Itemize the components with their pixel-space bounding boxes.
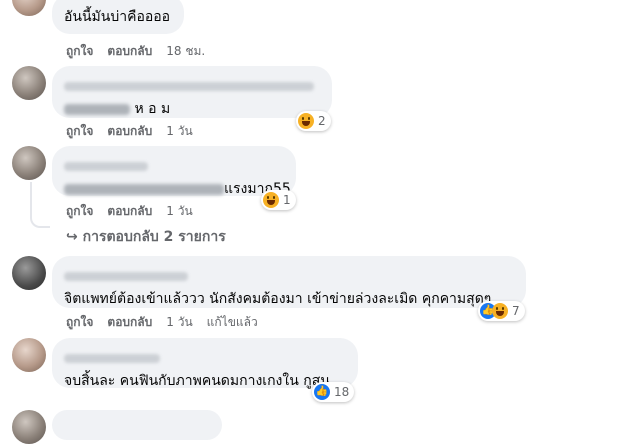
like-icon: 👍 <box>314 384 330 400</box>
comment-text: จิตแพทย์ต้องเข้าแล้ววว นักสังคมต้องมา เข… <box>64 291 492 307</box>
reply-link[interactable]: ตอบกลับ <box>107 124 152 138</box>
comment-actions: ถูกใจ ตอบกลับ 1 วัน <box>66 122 207 141</box>
like-link[interactable]: ถูกใจ <box>66 315 93 329</box>
comment-bubble: จิตแพทย์ต้องเข้าแล้ววว นักสังคมต้องมา เข… <box>52 256 526 308</box>
haha-emoji-icon <box>263 192 279 208</box>
like-link[interactable]: ถูกใจ <box>66 124 93 138</box>
like-link[interactable]: ถูกใจ <box>66 44 93 58</box>
avatar[interactable] <box>12 0 46 16</box>
comment-text: อันนี้มันบ่าคืออออ <box>64 9 171 25</box>
author-name-blurred[interactable] <box>64 272 188 281</box>
author-name-blurred[interactable] <box>64 354 160 363</box>
replies-label: การตอบกลับ 2 รายการ <box>82 229 226 245</box>
reaction-count: 1 <box>283 193 291 207</box>
reply-arrow-icon: ↪ <box>66 229 78 245</box>
reaction-summary[interactable]: 1 <box>261 190 296 210</box>
comment-bubble: อันนี้มันบ่าคืออออ <box>52 0 184 34</box>
comment-text: ห อ ม <box>134 101 171 117</box>
tagged-name-blurred[interactable] <box>64 183 224 195</box>
comment-actions: ถูกใจ ตอบกลับ 18 ชม. <box>66 42 219 61</box>
author-name-blurred[interactable] <box>64 82 314 91</box>
comment-actions: ถูกใจ ตอบกลับ 1 วัน <box>66 202 207 221</box>
avatar[interactable] <box>12 66 46 100</box>
reaction-summary[interactable]: 👍 7 <box>478 301 525 321</box>
reaction-count: 18 <box>334 385 350 399</box>
reply-thread-line <box>30 182 50 228</box>
haha-emoji-icon <box>298 113 314 129</box>
tagged-name-blurred[interactable] <box>64 103 130 115</box>
edited-label[interactable]: แก้ไขแล้ว <box>207 315 258 329</box>
view-replies-link[interactable]: ↪ การตอบกลับ 2 รายการ <box>66 226 226 248</box>
like-link[interactable]: ถูกใจ <box>66 204 93 218</box>
timestamp[interactable]: 1 วัน <box>166 315 192 329</box>
comment-bubble: ห อ ม <box>52 66 332 118</box>
haha-emoji-icon <box>492 303 508 319</box>
comment-bubble: จบสิ้นละ คนฟินกับภาพคนดมกางเกงใน กูสน <box>52 338 358 389</box>
reaction-count: 7 <box>512 304 520 318</box>
author-name-blurred[interactable] <box>64 162 148 171</box>
timestamp[interactable]: 18 ชม. <box>166 44 205 58</box>
reaction-summary[interactable]: 👍 18 <box>312 382 355 402</box>
comment-actions: ถูกใจ ตอบกลับ 1 วัน แก้ไขแล้ว <box>66 313 272 332</box>
reply-link[interactable]: ตอบกลับ <box>107 204 152 218</box>
comment-bubble <box>52 410 222 440</box>
avatar[interactable] <box>12 146 46 180</box>
avatar[interactable] <box>12 256 46 290</box>
reaction-summary[interactable]: 2 <box>296 111 331 131</box>
comment-text: จบสิ้นละ คนฟินกับภาพคนดมกางเกงใน กูสน <box>64 373 330 389</box>
avatar[interactable] <box>12 410 46 444</box>
avatar[interactable] <box>12 338 46 372</box>
comment-bubble: แรงมาก55 <box>52 146 296 197</box>
timestamp[interactable]: 1 วัน <box>166 124 192 138</box>
reply-link[interactable]: ตอบกลับ <box>107 315 152 329</box>
reaction-count: 2 <box>318 114 326 128</box>
timestamp[interactable]: 1 วัน <box>166 204 192 218</box>
reply-link[interactable]: ตอบกลับ <box>107 44 152 58</box>
